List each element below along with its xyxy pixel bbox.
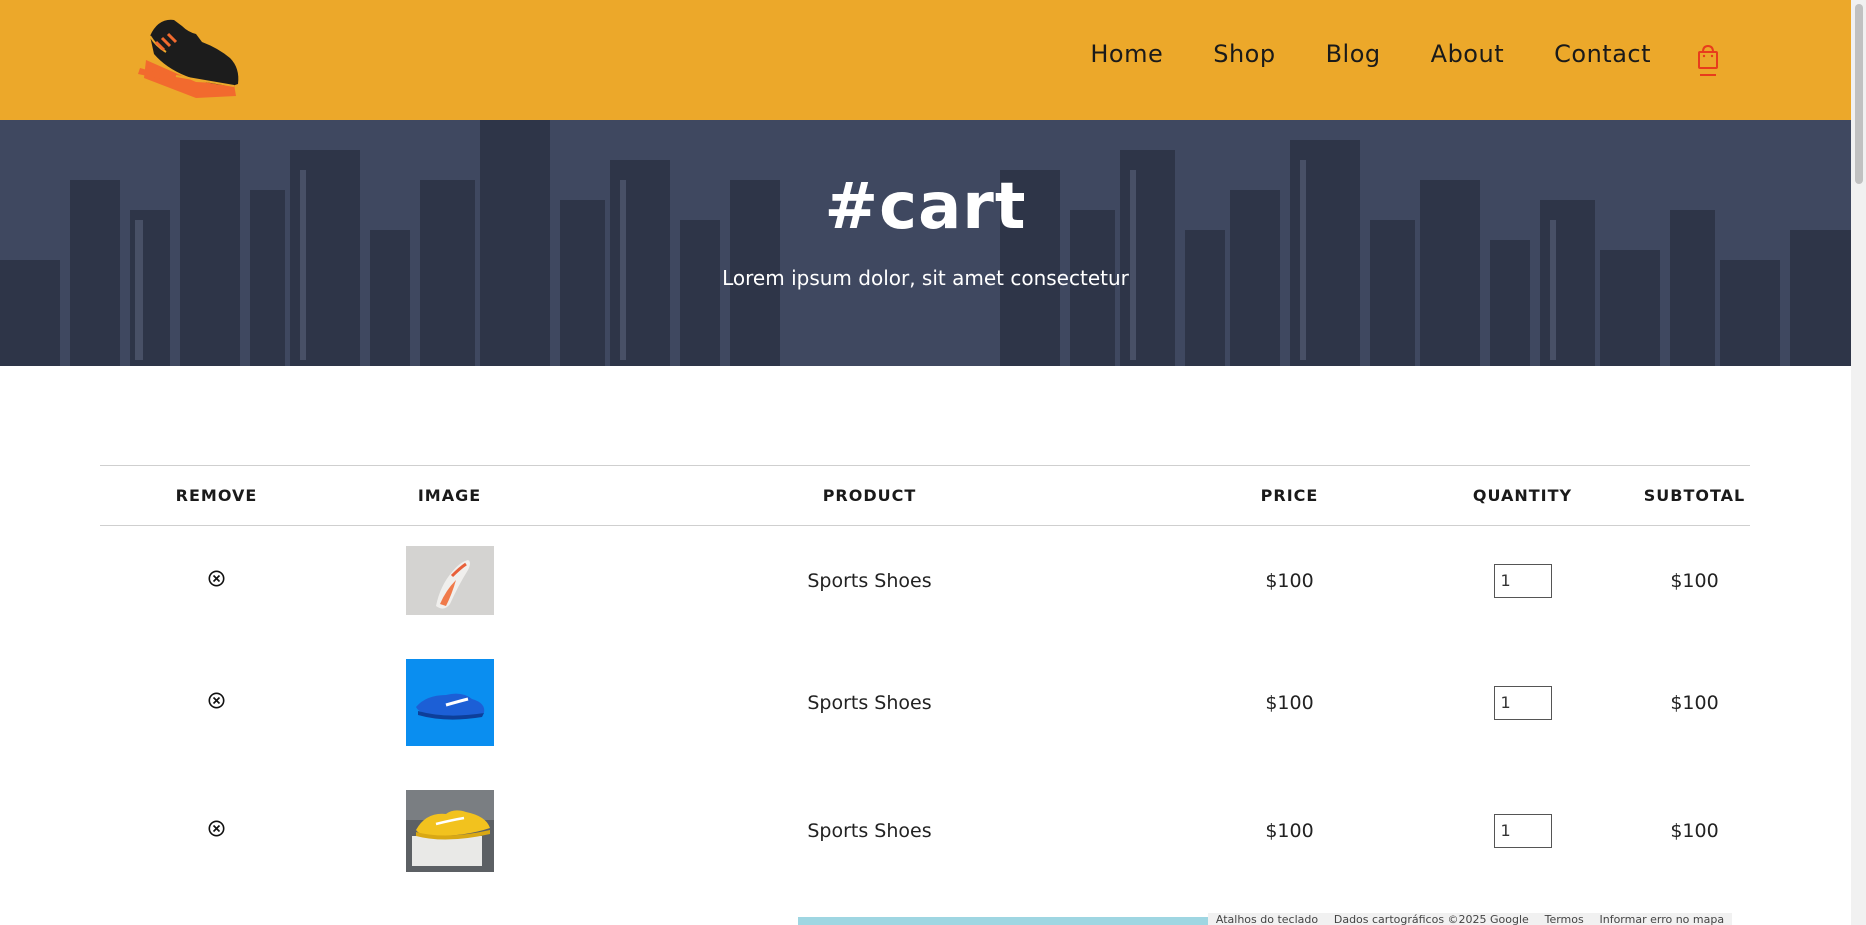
nav-blog[interactable]: Blog (1326, 40, 1381, 68)
remove-circle-icon[interactable] (208, 570, 225, 587)
cart-table: REMOVE IMAGE PRODUCT PRICE QUANTITY SUBT… (100, 465, 1750, 892)
quantity-input[interactable] (1493, 685, 1552, 720)
shopping-bag-icon[interactable] (1696, 44, 1720, 78)
product-price: $100 (1265, 819, 1314, 842)
header-price: PRICE (1173, 465, 1406, 526)
table-row: Sports Shoes $100 $100 (100, 636, 1750, 770)
quantity-input[interactable] (1493, 813, 1552, 848)
map-tile[interactable] (798, 917, 1208, 925)
remove-circle-icon[interactable] (208, 820, 225, 837)
map-credits-bar: Atalhos do teclado Dados cartográficos ©… (1208, 913, 1732, 925)
nav-about[interactable]: About (1431, 40, 1504, 68)
product-name[interactable]: Sports Shoes (566, 770, 1173, 892)
remove-circle-icon[interactable] (208, 692, 225, 709)
product-subtotal: $100 (1670, 819, 1719, 842)
product-name[interactable]: Sports Shoes (566, 636, 1173, 770)
scrollbar-thumb[interactable] (1855, 4, 1863, 184)
product-image-white-orange-sneaker[interactable] (405, 546, 494, 616)
page-title: #cart (824, 170, 1027, 244)
nav-shop[interactable]: Shop (1213, 40, 1275, 68)
sneaker-logo[interactable] (136, 12, 242, 102)
table-row: Sports Shoes $100 $100 (100, 526, 1750, 636)
page-subtitle: Lorem ipsum dolor, sit amet consectetur (722, 266, 1129, 290)
quantity-input[interactable] (1493, 563, 1552, 598)
map-terms-link[interactable]: Termos (1545, 913, 1584, 925)
table-row: Sports Shoes $100 $100 (100, 770, 1750, 892)
header-quantity: QUANTITY (1406, 465, 1639, 526)
nav-contact[interactable]: Contact (1554, 40, 1651, 68)
product-price: $100 (1265, 569, 1314, 592)
map-report-error-link[interactable]: Informar erro no mapa (1599, 913, 1724, 925)
header-image: IMAGE (333, 465, 566, 526)
header-product: PRODUCT (566, 465, 1173, 526)
product-price: $100 (1265, 691, 1314, 714)
header-subtotal: SUBTOTAL (1639, 465, 1750, 526)
product-image-yellow-sneaker[interactable] (405, 789, 494, 872)
product-image-blue-sneaker[interactable] (405, 659, 494, 746)
product-subtotal: $100 (1670, 569, 1719, 592)
page-scrollbar[interactable] (1851, 0, 1866, 925)
main-nav: Home Shop Blog About Contact (1040, 40, 1651, 68)
site-header: Home Shop Blog About Contact (0, 0, 1851, 120)
map-keyboard-shortcuts[interactable]: Atalhos do teclado (1216, 913, 1318, 925)
page-hero: #cart Lorem ipsum dolor, sit amet consec… (0, 120, 1851, 366)
product-subtotal: $100 (1670, 691, 1719, 714)
product-name[interactable]: Sports Shoes (566, 526, 1173, 636)
header-remove: REMOVE (100, 465, 333, 526)
table-header-row: REMOVE IMAGE PRODUCT PRICE QUANTITY SUBT… (100, 465, 1750, 526)
map-data-credit: Dados cartográficos ©2025 Google (1333, 913, 1529, 925)
nav-home[interactable]: Home (1090, 40, 1163, 68)
